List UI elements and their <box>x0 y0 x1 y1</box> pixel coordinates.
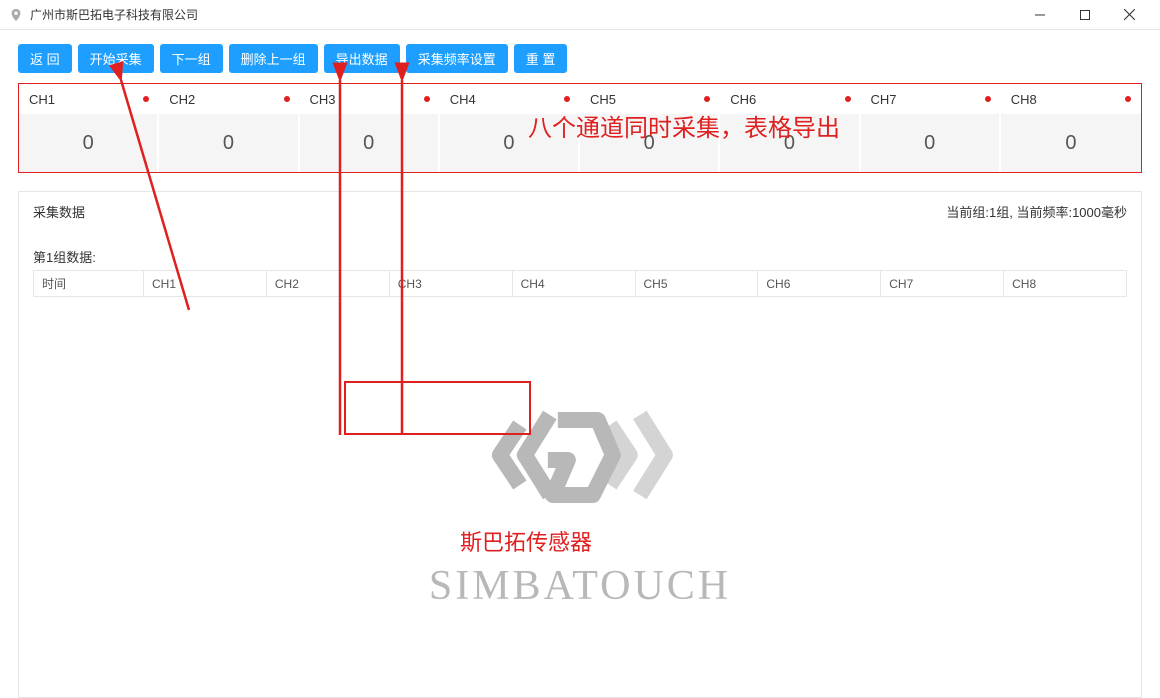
group-title: 第1组数据: <box>33 247 1127 266</box>
col-ch7: CH7 <box>881 271 1004 297</box>
app-icon <box>8 7 24 23</box>
start-collect-button[interactable]: 开始采集 <box>78 44 154 73</box>
export-data-button[interactable]: 导出数据 <box>324 44 400 73</box>
channel-value: 0 <box>1001 114 1141 172</box>
channel-label: CH5 <box>590 92 616 107</box>
reset-button[interactable]: 重 置 <box>514 44 568 73</box>
col-ch8: CH8 <box>1004 271 1127 297</box>
status-dot-icon <box>985 96 991 102</box>
status-dot-icon <box>284 96 290 102</box>
col-ch5: CH5 <box>635 271 758 297</box>
col-ch2: CH2 <box>266 271 389 297</box>
channel-value: 0 <box>300 114 438 172</box>
channel-3: CH3 0 <box>300 84 440 172</box>
status-dot-icon <box>564 96 570 102</box>
collect-freq-button[interactable]: 采集频率设置 <box>406 44 508 73</box>
channels-panel: CH1 0 CH2 0 CH3 0 CH4 0 CH5 0 CH6 0 CH7 … <box>18 83 1142 173</box>
status-dot-icon <box>143 96 149 102</box>
title-bar: 广州市斯巴拓电子科技有限公司 <box>0 0 1160 30</box>
channel-label: CH7 <box>871 92 897 107</box>
col-ch1: CH1 <box>144 271 267 297</box>
next-group-button[interactable]: 下一组 <box>160 44 223 73</box>
col-time: 时间 <box>34 271 144 297</box>
channel-2: CH2 0 <box>159 84 299 172</box>
delete-prev-group-button[interactable]: 删除上一组 <box>229 44 318 73</box>
channel-4: CH4 0 <box>440 84 580 172</box>
back-button[interactable]: 返 回 <box>18 44 72 73</box>
window-title: 广州市斯巴拓电子科技有限公司 <box>30 6 198 23</box>
channel-7: CH7 0 <box>861 84 1001 172</box>
col-ch4: CH4 <box>512 271 635 297</box>
toolbar: 返 回 开始采集 下一组 删除上一组 导出数据 采集频率设置 重 置 <box>0 30 1160 83</box>
status-dot-icon <box>845 96 851 102</box>
data-table: 时间 CH1 CH2 CH3 CH4 CH5 CH6 CH7 CH8 <box>33 270 1127 297</box>
channel-label: CH1 <box>29 92 55 107</box>
channel-value: 0 <box>159 114 297 172</box>
channel-8: CH8 0 <box>1001 84 1141 172</box>
channel-label: CH3 <box>310 92 336 107</box>
panel-title: 采集数据 <box>33 202 85 221</box>
col-ch6: CH6 <box>758 271 881 297</box>
channel-5: CH5 0 <box>580 84 720 172</box>
channel-label: CH8 <box>1011 92 1037 107</box>
close-button[interactable] <box>1107 0 1152 30</box>
col-ch3: CH3 <box>389 271 512 297</box>
channel-6: CH6 0 <box>720 84 860 172</box>
panel-status: 当前组:1组, 当前频率:1000毫秒 <box>946 202 1127 221</box>
channel-label: CH4 <box>450 92 476 107</box>
channel-value: 0 <box>440 114 578 172</box>
channel-value: 0 <box>19 114 157 172</box>
data-panel: 采集数据 当前组:1组, 当前频率:1000毫秒 第1组数据: 时间 CH1 C… <box>18 191 1142 698</box>
channel-label: CH6 <box>730 92 756 107</box>
status-dot-icon <box>704 96 710 102</box>
status-dot-icon <box>424 96 430 102</box>
minimize-button[interactable] <box>1017 0 1062 30</box>
channel-1: CH1 0 <box>19 84 159 172</box>
status-dot-icon <box>1125 96 1131 102</box>
channel-value: 0 <box>720 114 858 172</box>
channel-value: 0 <box>580 114 718 172</box>
channel-label: CH2 <box>169 92 195 107</box>
channel-value: 0 <box>861 114 999 172</box>
maximize-button[interactable] <box>1062 0 1107 30</box>
